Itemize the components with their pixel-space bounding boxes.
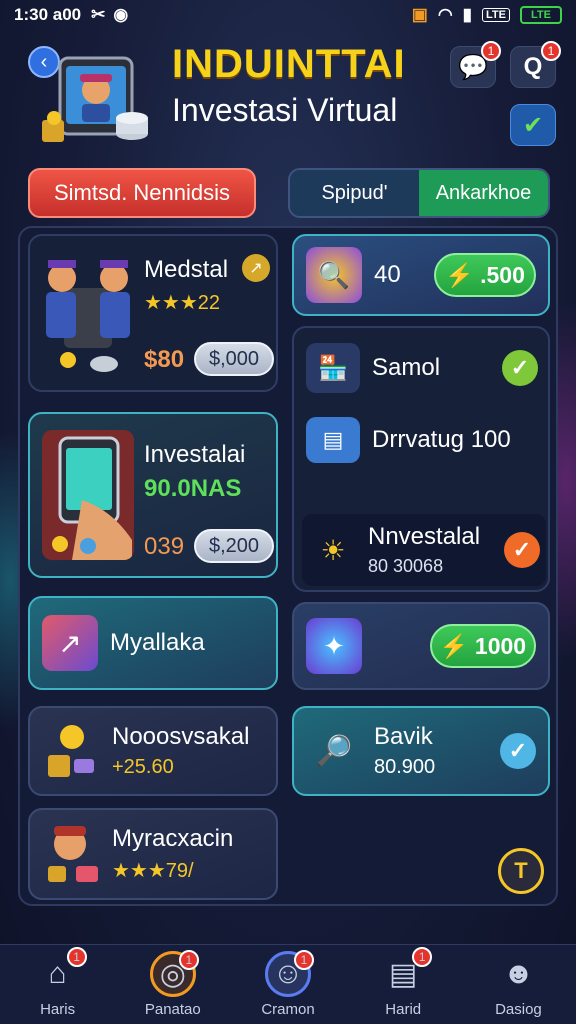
nav-3-label: Cramon [261, 1001, 315, 1018]
phone-hand-icon [42, 430, 134, 560]
nav-2-label: Panatao [144, 1001, 201, 1018]
edit-button[interactable]: ✔ [510, 104, 556, 146]
check-edit-icon: ✔ [522, 111, 544, 139]
card-2-action-button[interactable]: $,200 [194, 529, 274, 563]
avatar-icon [48, 826, 98, 882]
task-3-value: 80 30068 [368, 555, 444, 576]
card-1-price: $80 [144, 346, 185, 373]
segment-control: Spipud' Ankarkhoe [288, 168, 550, 218]
nav-3-badge: 1 [294, 950, 314, 970]
bottom-nav: ⌂ 1 Haris ◎ 1 Panatao ☺ 1 Cramon ▤ 1 Harid ☻… [0, 944, 576, 1024]
card-3-title: Myallaka [110, 628, 205, 656]
nav-home-label: Haris [40, 1001, 76, 1018]
investment-card-3[interactable]: ↗ Myallaka [28, 596, 278, 690]
card-5-title: Myracxacin [112, 825, 234, 853]
reward-1-value: 40 [374, 260, 401, 288]
task-item-3[interactable]: ☀ Nnvestalal 80 30068 ✓ [302, 514, 546, 586]
reward-2-claim-button[interactable]: ⚡ 1000 [430, 624, 536, 668]
investment-card-2[interactable]: Investalai 90.0NAS 039 $,200 [28, 412, 278, 578]
nav-item-5[interactable]: ☻ Dasiog [461, 945, 576, 1024]
reward-card-2[interactable]: ✦ ⚡ 1000 [292, 602, 550, 690]
reward-3-value: 80.900 [374, 755, 436, 778]
nav-item-home[interactable]: ⌂ 1 Haris [0, 945, 115, 1024]
card-4-title: Nooosvsakal [112, 723, 250, 751]
location-icon: ◉ [113, 5, 129, 24]
reward-3-title: Bavik [374, 723, 433, 751]
app-subtitle: Investasi Virtual [172, 92, 398, 128]
chat-button[interactable]: 💬 1 [450, 41, 501, 88]
card-1-title: Medstal [144, 256, 229, 283]
nav-4-label: Harid [385, 1001, 422, 1018]
shop-icon: 🏪 [306, 343, 360, 393]
clipboard-icon: ▤ 1 [380, 947, 433, 997]
primary-action-button[interactable]: Simtsd. Nennidsis [28, 168, 256, 218]
reward-card-3[interactable]: 🔎 Bavik 80.900 ✓ [292, 706, 550, 796]
card-2-title: Investalai [144, 441, 246, 468]
task-item-1[interactable]: 🏪 Samol ✓ [306, 338, 538, 398]
nav-5-label: Dasiog [495, 1001, 542, 1018]
task-1-check-icon: ✓ [502, 350, 538, 386]
app-title: INDUINTTAI [172, 42, 406, 86]
profile-nav-icon: ☻ [502, 957, 535, 990]
nav-4-badge: 1 [412, 947, 433, 967]
profile-badge: 1 [541, 41, 561, 61]
network-label: LTE [482, 8, 510, 22]
phone-investor-illustration [42, 56, 148, 142]
lens-star-icon: ✦ [306, 618, 362, 674]
card-payment-icon: ▤ [306, 417, 360, 463]
trend-icon: ↗ [242, 254, 270, 282]
card-5-rating: ★★★79/ [112, 859, 194, 882]
investment-card-5[interactable]: Myracxacin ★★★79/ [28, 808, 278, 900]
sun-mountain-icon: ☀ [320, 534, 346, 566]
nav-item-4[interactable]: ▤ 1 Harid [346, 945, 461, 1024]
hammer-icon: T [514, 858, 528, 883]
nav-item-2[interactable]: ◎ 1 Panatao [115, 945, 230, 1024]
status-time: 1:30 a00 [14, 5, 82, 24]
profile-icon: Q [523, 53, 543, 80]
task-2-title: Drrvatug 100 [372, 425, 511, 453]
help-fab-button[interactable]: T [498, 848, 544, 894]
card-1-rating: ★★★22 [144, 292, 221, 314]
reward-1-claim-button[interactable]: ⚡ .500 [434, 253, 536, 297]
task-1-title: Samol [372, 353, 441, 381]
wifi-icon: ◠ [437, 5, 453, 24]
chat-badge: 1 [481, 41, 501, 61]
alert-icon: ▣ [411, 5, 428, 24]
reward-card-1[interactable]: 🔍 40 ⚡ .500 [292, 234, 550, 316]
segment-tab-1[interactable]: Spipud' [290, 170, 419, 216]
card-2-price: 039 [144, 533, 185, 560]
nav-home-badge: 1 [66, 947, 87, 967]
battery-icon: LTE [520, 6, 562, 24]
task-3-title: Nnvestalal [368, 523, 481, 551]
coins-icon [48, 725, 94, 777]
card-4-value: +25.60 [112, 755, 174, 778]
task-item-2[interactable]: ▤ Drrvatug 100 [306, 412, 538, 468]
investment-card-1[interactable]: Medstal ★★★22 ↗ $80 $,000 [28, 234, 278, 392]
segment-tab-2[interactable]: Ankarkhoe [419, 170, 548, 216]
gold-search-icon: 🔎 [315, 734, 353, 768]
chart-arrow-icon: ↗ [42, 615, 98, 671]
reward-3-check-icon: ✓ [500, 733, 536, 769]
no-sound-icon: ✂ [91, 5, 106, 24]
status-bar: 1:30 a00 ✂ ◉ ▣ ◠ ▮ LTE LTE [0, 0, 576, 30]
home-icon: ⌂ 1 [35, 947, 87, 997]
target-icon: ◎ 1 [149, 950, 199, 997]
card-2-subtitle: 90.0NAS [144, 475, 242, 502]
user-icon: ☺ 1 [265, 950, 314, 997]
nav-item-3[interactable]: ☺ 1 Cramon [230, 945, 345, 1024]
magnifier-star-icon: 🔍 [306, 247, 362, 303]
signal-icon: ▮ [462, 5, 473, 24]
card-1-action-button[interactable]: $,000 [194, 342, 274, 376]
task-3-check-icon: ✓ [504, 532, 540, 568]
team-icon [46, 260, 130, 372]
profile-button[interactable]: Q 1 [510, 41, 561, 88]
investment-card-4[interactable]: Nooosvsakal +25.60 [28, 706, 278, 796]
task-group-card: 🏪 Samol ✓ ▤ Drrvatug 100 ☀ Nnvestalal 80… [292, 326, 550, 592]
nav-2-badge: 1 [178, 950, 199, 970]
